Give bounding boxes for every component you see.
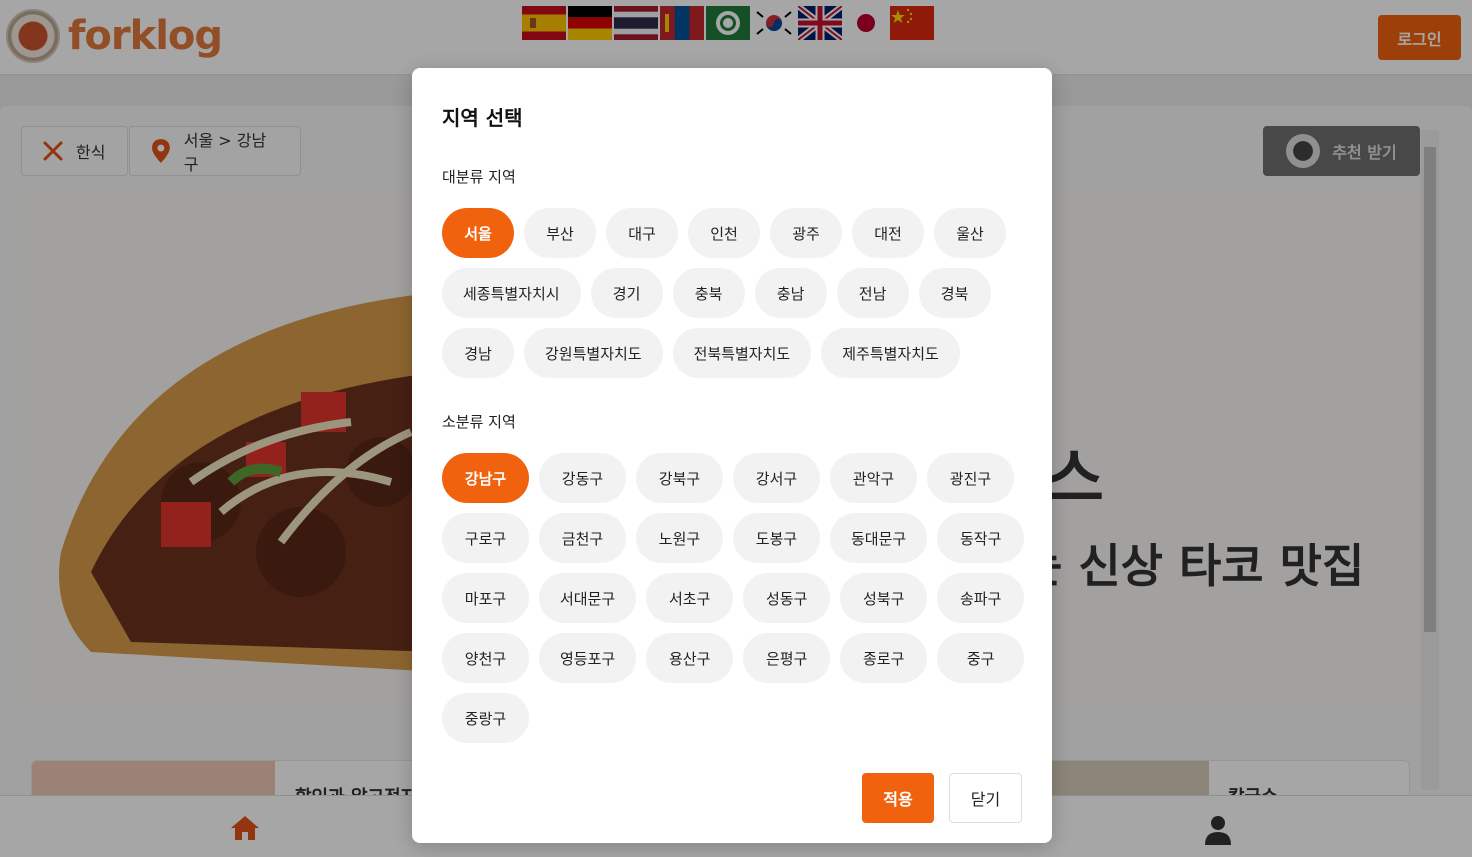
minor-region-pill[interactable]: 성동구 (743, 573, 831, 623)
major-region-pill[interactable]: 광주 (770, 208, 842, 258)
major-region-pill[interactable]: 세종특별자치시 (442, 268, 581, 318)
major-region-pill[interactable]: 울산 (934, 208, 1006, 258)
major-region-pill[interactable]: 서울 (442, 208, 514, 258)
minor-region-pill[interactable]: 서대문구 (539, 573, 637, 623)
minor-region-pill[interactable]: 중랑구 (442, 693, 529, 743)
minor-region-pill[interactable]: 광진구 (927, 453, 1014, 503)
minor-region-pill[interactable]: 은평구 (743, 633, 831, 683)
minor-region-label: 소분류 지역 (442, 413, 516, 431)
major-region-pill[interactable]: 강원특별자치도 (524, 328, 663, 378)
minor-region-pill[interactable]: 노원구 (636, 513, 723, 563)
region-select-modal: 지역 선택 대분류 지역 서울 부산 대구 인천 광주 대전 울산세종특별자치시 경기 충북 충남… (412, 68, 1052, 843)
minor-region-pill[interactable]: 구로구 (442, 513, 529, 563)
major-region-pill[interactable]: 경북 (918, 268, 991, 318)
minor-region-pill[interactable]: 도봉구 (733, 513, 820, 563)
minor-region-pill[interactable]: 영등포구 (539, 633, 637, 683)
major-region-pill[interactable]: 대전 (852, 208, 924, 258)
major-region-pill[interactable]: 제주특별자치도 (821, 328, 960, 378)
minor-region-list: 강남구 강동구 강북구 강서구 관악구 광진구구로구 금천구 노원구 도봉구 동대문구 동작구마포구… (442, 453, 1032, 743)
minor-region-pill[interactable]: 성북구 (840, 573, 928, 623)
major-region-pill[interactable]: 부산 (524, 208, 596, 258)
modal-title: 지역 선택 (442, 106, 523, 130)
major-region-list: 서울 부산 대구 인천 광주 대전 울산세종특별자치시 경기 충북 충남 전남 경북경남 강원특별자치도… (442, 208, 1032, 378)
major-region-pill[interactable]: 대구 (606, 208, 678, 258)
minor-region-pill[interactable]: 서초구 (646, 573, 734, 623)
minor-region-pill[interactable]: 용산구 (646, 633, 734, 683)
major-region-pill[interactable]: 전북특별자치도 (672, 328, 812, 378)
major-region-pill[interactable]: 경남 (442, 328, 514, 378)
minor-region-pill[interactable]: 강남구 (442, 453, 529, 503)
minor-region-pill[interactable]: 강서구 (733, 453, 820, 503)
major-region-pill[interactable]: 전남 (836, 268, 909, 318)
minor-region-pill[interactable]: 동작구 (937, 513, 1025, 563)
minor-region-pill[interactable]: 송파구 (937, 573, 1025, 623)
minor-region-pill[interactable]: 동대문구 (830, 513, 928, 563)
minor-region-pill[interactable]: 마포구 (442, 573, 529, 623)
minor-region-pill[interactable]: 금천구 (539, 513, 626, 563)
minor-region-pill[interactable]: 강동구 (539, 453, 626, 503)
minor-region-pill[interactable]: 강북구 (636, 453, 723, 503)
minor-region-pill[interactable]: 중구 (937, 633, 1025, 683)
major-region-pill[interactable]: 충남 (754, 268, 827, 318)
major-region-label: 대분류 지역 (442, 168, 516, 186)
major-region-pill[interactable]: 경기 (590, 268, 663, 318)
minor-region-pill[interactable]: 양천구 (442, 633, 529, 683)
close-button[interactable]: 닫기 (949, 773, 1022, 823)
minor-region-pill[interactable]: 관악구 (830, 453, 917, 503)
minor-region-pill[interactable]: 종로구 (840, 633, 928, 683)
major-region-pill[interactable]: 충북 (672, 268, 745, 318)
apply-button[interactable]: 적용 (862, 773, 934, 823)
major-region-pill[interactable]: 인천 (688, 208, 760, 258)
